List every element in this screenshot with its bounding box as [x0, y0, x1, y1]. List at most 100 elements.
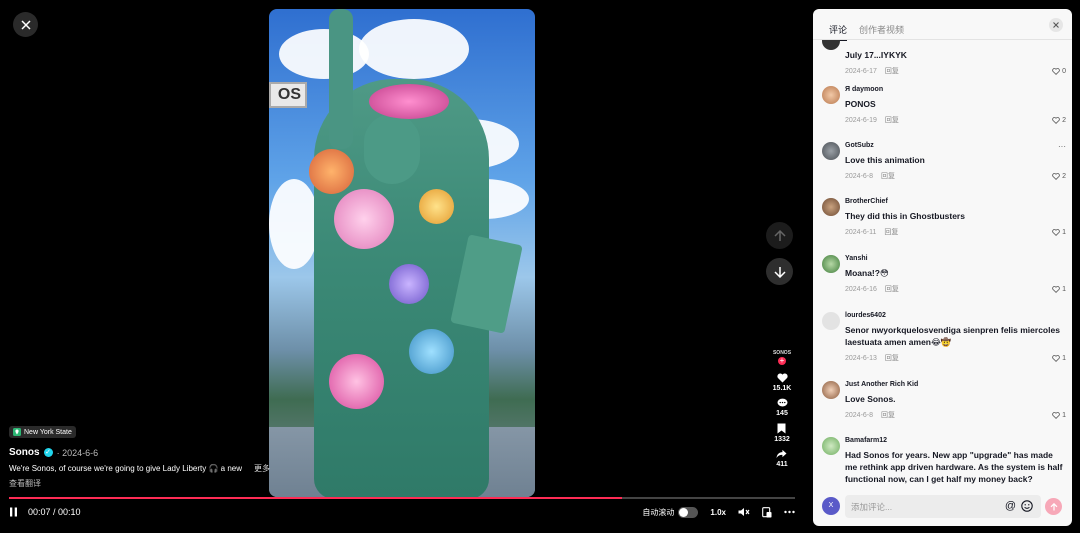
- avatar[interactable]: [822, 198, 840, 216]
- verified-badge-icon: ✓: [43, 448, 53, 457]
- bookmark-icon: [777, 423, 786, 434]
- reply-button[interactable]: 回复: [885, 284, 899, 294]
- avatar[interactable]: [822, 255, 840, 273]
- comment-user[interactable]: Я daymoon: [845, 86, 1066, 93]
- save-button[interactable]: 1332: [774, 423, 790, 443]
- comment-text: Senor nwyorkquelosvendiga sienpren felis…: [845, 325, 1060, 347]
- comment-input-bar: X 添加评论... @: [813, 491, 1072, 526]
- mention-icon[interactable]: @: [1005, 500, 1016, 512]
- comment-input[interactable]: 添加评论... @: [845, 495, 1041, 518]
- avatar[interactable]: [822, 381, 840, 399]
- video-flower: [329, 354, 384, 409]
- arrow-down-icon: [773, 266, 786, 278]
- reply-button[interactable]: 回复: [881, 410, 895, 420]
- autoscroll-toggle[interactable]: [678, 506, 699, 518]
- mute-icon[interactable]: [738, 507, 750, 517]
- more-icon[interactable]: [784, 510, 795, 514]
- reply-button[interactable]: 回复: [885, 353, 899, 363]
- video-flower: [389, 264, 429, 304]
- time-display: 00:07 / 00:10: [28, 507, 81, 517]
- author-name[interactable]: Sonos: [9, 447, 40, 458]
- comment-user[interactable]: lourdes6402: [845, 312, 1066, 319]
- comment-user[interactable]: GotSubz: [845, 142, 1066, 149]
- heart-outline-icon: [1052, 116, 1060, 124]
- more-link[interactable]: 更多: [254, 463, 270, 474]
- action-bar: SONOS + 15.1K 145 1332 411: [769, 350, 795, 474]
- comment-item: Just Another Rich Kid Love Sonos. 2024-6…: [822, 381, 1066, 420]
- heart-outline-icon: [1052, 228, 1060, 236]
- emoji-icon[interactable]: [1021, 500, 1033, 512]
- comment-item: July 17...IYKYK 2024-6-17 回复 0: [822, 40, 1066, 76]
- save-count: 1332: [774, 436, 790, 443]
- comment-like-button[interactable]: 0: [1052, 68, 1066, 75]
- comment-text: Love Sonos.: [845, 394, 896, 404]
- avatar[interactable]: [822, 86, 840, 104]
- heart-outline-icon: [1052, 354, 1060, 362]
- comment-user[interactable]: Yanshi: [845, 255, 1066, 262]
- close-icon: [1053, 22, 1059, 28]
- location-tag[interactable]: New York State: [9, 426, 76, 438]
- share-button[interactable]: 411: [776, 449, 788, 468]
- comment-item: ··· GotSubz Love this animation 2024-6-8…: [822, 142, 1066, 181]
- panel-close-button[interactable]: [1049, 18, 1063, 32]
- comment-like-button[interactable]: 1: [1052, 355, 1066, 362]
- comment-like-button[interactable]: 1: [1052, 229, 1066, 236]
- comment-item: Bamafarm12 Had Sonos for years. New app …: [822, 437, 1066, 484]
- arrow-up-icon: [773, 229, 786, 241]
- playback-controls: 00:07 / 00:10 自动滚动 1.0x: [9, 504, 795, 520]
- avatar[interactable]: [822, 40, 840, 50]
- heart-outline-icon: [1052, 411, 1060, 419]
- like-button[interactable]: 15.1K: [772, 373, 792, 392]
- progress-fill: [9, 497, 623, 499]
- controls-right: 自动滚动 1.0x: [642, 506, 795, 518]
- speed-button[interactable]: 1.0x: [710, 508, 726, 517]
- arrow-up-icon: [1050, 502, 1057, 510]
- comment-text: Love this animation: [845, 155, 925, 165]
- comment-like-button[interactable]: 2: [1052, 173, 1066, 180]
- comment-text: They did this in Ghostbusters: [845, 211, 965, 221]
- heart-outline-icon: [1052, 172, 1060, 180]
- reply-button[interactable]: 回复: [881, 171, 895, 181]
- close-icon: [20, 19, 31, 30]
- comment-more-icon[interactable]: ···: [1058, 142, 1066, 151]
- comment-user[interactable]: Just Another Rich Kid: [845, 381, 1066, 388]
- comment-like-count: 1: [1062, 285, 1066, 293]
- comment-count: 145: [776, 410, 788, 417]
- translate-link[interactable]: 查看翻译: [9, 478, 279, 489]
- reply-button[interactable]: 回复: [884, 227, 898, 237]
- video-cloud: [269, 179, 319, 269]
- comment-user[interactable]: BrotherChief: [845, 198, 1066, 205]
- avatar[interactable]: X: [822, 497, 840, 515]
- picture-in-picture-icon[interactable]: [762, 506, 772, 518]
- comment-like-button[interactable]: 1: [1052, 286, 1066, 293]
- avatar[interactable]: [822, 437, 840, 455]
- avatar[interactable]: [822, 142, 840, 160]
- progress-bar[interactable]: [9, 497, 795, 499]
- video-statue-head: [364, 114, 420, 184]
- comment-like-count: 1: [1062, 228, 1066, 236]
- send-button[interactable]: [1045, 498, 1062, 515]
- video-player[interactable]: os: [269, 9, 535, 497]
- comment-input-placeholder: 添加评论...: [851, 501, 893, 512]
- video-sign: os: [269, 82, 307, 108]
- close-button[interactable]: [13, 12, 38, 37]
- comment-item: Yanshi Moana!?😳 2024-6-16 回复 1: [822, 255, 1066, 294]
- reply-button[interactable]: 回复: [885, 115, 899, 125]
- next-video-button[interactable]: [766, 258, 793, 285]
- comment-user[interactable]: Bamafarm12: [845, 437, 1066, 444]
- reply-button[interactable]: 回复: [885, 66, 899, 76]
- comment-list[interactable]: July 17...IYKYK 2024-6-17 回复 0 Я daymoon…: [813, 40, 1072, 484]
- previous-video-button[interactable]: [766, 222, 793, 249]
- follow-button[interactable]: +: [778, 357, 786, 365]
- pause-icon[interactable]: [9, 507, 18, 517]
- comment-icon: [777, 398, 787, 407]
- comment-like-button[interactable]: 2: [1052, 117, 1066, 124]
- comment-like-count: 2: [1062, 172, 1066, 180]
- comment-like-button[interactable]: 1: [1052, 412, 1066, 419]
- comment-item: lourdes6402 Senor nwyorkquelosvendiga si…: [822, 312, 1066, 363]
- comment-date: 2024-6-8: [845, 411, 874, 419]
- comment-button[interactable]: 145: [776, 398, 788, 417]
- like-count: 15.1K: [772, 385, 792, 392]
- share-count: 411: [776, 461, 788, 468]
- avatar[interactable]: [822, 312, 840, 330]
